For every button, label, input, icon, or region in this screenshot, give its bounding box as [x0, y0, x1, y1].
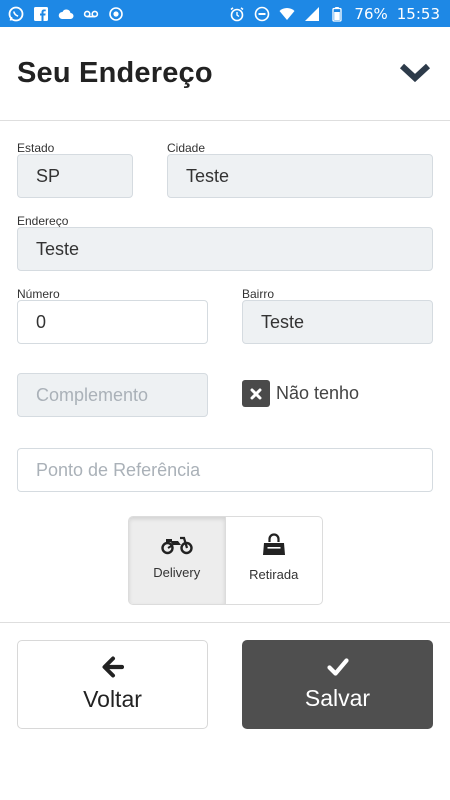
estado-field[interactable]: SP [17, 154, 133, 198]
divider [0, 622, 450, 623]
retirada-label: Retirada [249, 567, 299, 582]
facebook-icon [33, 6, 49, 22]
notification-icons [8, 6, 124, 22]
cloud-icon [58, 6, 74, 22]
motorcycle-icon [161, 536, 193, 555]
delivery-option[interactable]: Delivery [129, 517, 226, 604]
save-button[interactable]: Salvar [242, 640, 433, 729]
clock: 15:53 [396, 4, 440, 23]
numero-label: Número [17, 287, 60, 301]
cidade-field[interactable]: Teste [167, 154, 433, 198]
record-icon [108, 6, 124, 22]
alarm-icon [229, 6, 245, 22]
arrow-left-icon [102, 656, 124, 678]
cidade-label: Cidade [167, 141, 206, 155]
numero-value: 0 [36, 311, 47, 332]
close-icon [250, 388, 262, 399]
collapse-button[interactable] [398, 59, 432, 87]
delivery-toggle-group: Delivery Retirada [128, 516, 323, 605]
whatsapp-icon [8, 6, 24, 22]
shopping-bag-icon [262, 533, 285, 555]
battery-percent: 76% [354, 4, 388, 23]
nao-tenho-label[interactable]: Não tenho [276, 383, 359, 404]
retirada-option[interactable]: Retirada [226, 517, 323, 604]
numero-field[interactable]: 0 [17, 300, 208, 344]
complemento-placeholder: Complemento [36, 384, 149, 405]
bairro-field[interactable]: Teste [242, 300, 433, 344]
chevron-down-icon [399, 63, 431, 83]
voicemail-icon [83, 6, 99, 22]
check-icon [326, 658, 349, 676]
status-bar: 76% 15:53 [0, 0, 450, 27]
wifi-icon [279, 6, 295, 22]
bairro-label: Bairro [242, 287, 275, 301]
complemento-field[interactable]: Complemento [17, 373, 208, 417]
referencia-field[interactable]: Ponto de Referência [17, 448, 433, 492]
save-label: Salvar [304, 685, 371, 711]
endereco-field[interactable]: Teste [17, 227, 433, 271]
do-not-disturb-icon [254, 6, 270, 22]
estado-label: Estado [17, 141, 55, 155]
nao-tenho-checkbox[interactable] [242, 380, 270, 407]
system-icons: 76% 15:53 [229, 5, 440, 23]
battery-icon [329, 6, 345, 22]
page-title: Seu Endereço [17, 57, 213, 89]
estado-value: SP [36, 165, 61, 186]
endereco-value: Teste [36, 238, 80, 259]
delivery-label: Delivery [153, 565, 201, 580]
cidade-value: Teste [186, 165, 230, 186]
header: Seu Endereço [0, 27, 450, 121]
endereco-label: Endereço [17, 214, 69, 228]
signal-icon [304, 6, 320, 22]
referencia-placeholder: Ponto de Referência [36, 459, 201, 480]
back-label: Voltar [83, 686, 142, 712]
back-button[interactable]: Voltar [17, 640, 208, 729]
bairro-value: Teste [261, 311, 305, 332]
